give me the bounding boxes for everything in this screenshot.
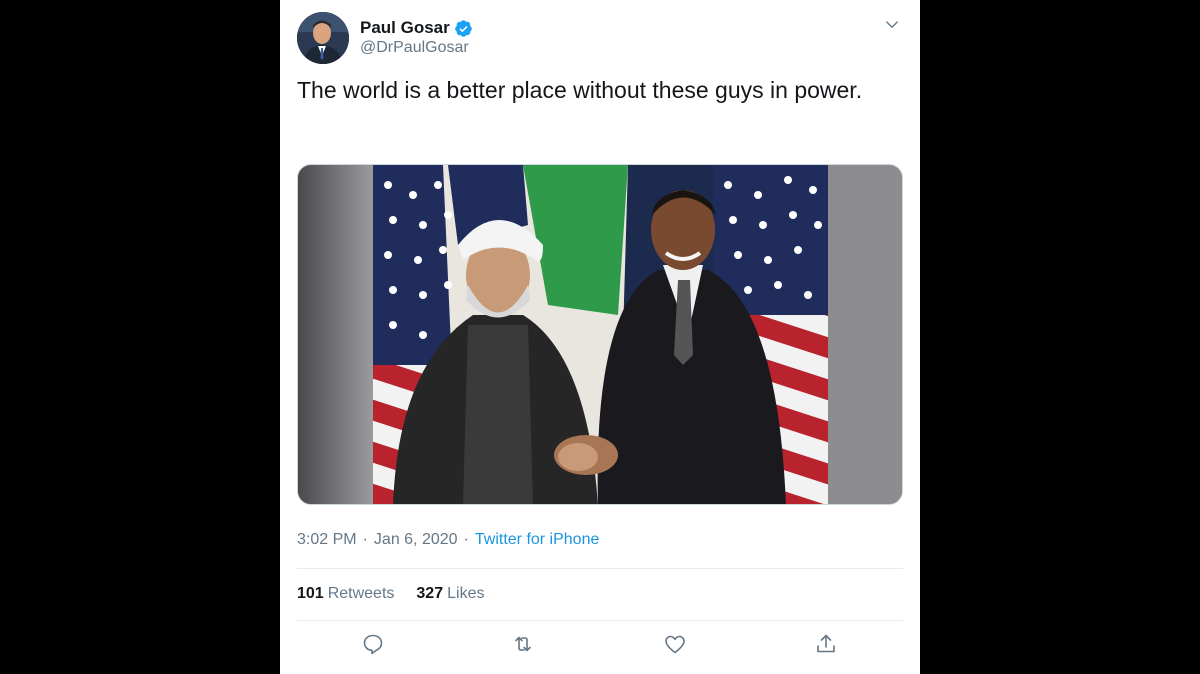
retweets-stat[interactable]: 101 Retweets: [297, 585, 394, 603]
like-button[interactable]: [663, 632, 687, 656]
reply-button[interactable]: [361, 632, 385, 656]
tweet-card: Paul Gosar @DrPaulGosar The world is a b…: [280, 0, 920, 674]
tweet-stats: 101 Retweets 327 Likes: [297, 585, 506, 603]
reply-icon: [363, 634, 383, 655]
meta-separator: ·: [463, 531, 469, 548]
tweet-header: Paul Gosar @DrPaulGosar: [297, 12, 903, 66]
tweet-text: The world is a better place without thes…: [297, 77, 863, 103]
tweet-time[interactable]: 3:02 PM: [297, 531, 357, 549]
share-button[interactable]: [814, 632, 838, 656]
divider: [297, 620, 903, 621]
retweet-icon: [515, 636, 531, 652]
divider: [297, 568, 903, 569]
tweet-date[interactable]: Jan 6, 2020: [374, 531, 458, 549]
author-name[interactable]: Paul Gosar: [360, 18, 450, 38]
chevron-down-icon[interactable]: [883, 16, 901, 34]
tweet-source-link[interactable]: Twitter for iPhone: [475, 531, 600, 549]
retweets-count: 101: [297, 585, 324, 602]
likes-count: 327: [416, 585, 444, 602]
likes-stat[interactable]: 327 Likes: [416, 585, 484, 603]
author-avatar[interactable]: [297, 12, 349, 64]
author-name-row: Paul Gosar: [360, 17, 473, 39]
share-icon: [817, 634, 835, 653]
retweets-label: Retweets: [327, 585, 395, 602]
photo-handshake-icon: [298, 165, 902, 504]
like-icon: [665, 635, 685, 654]
retweet-button[interactable]: [511, 632, 535, 656]
tweet-meta: 3:02 PM · Jan 6, 2020 · Twitter for iPho…: [297, 531, 599, 549]
likes-label: Likes: [447, 585, 485, 602]
profile-photo-icon: [297, 12, 349, 64]
author-handle[interactable]: @DrPaulGosar: [360, 39, 469, 57]
tweet-media-photo[interactable]: [297, 164, 903, 505]
verified-badge-icon: [454, 19, 472, 37]
meta-separator: ·: [362, 531, 368, 548]
tweet-actions: [297, 632, 903, 662]
